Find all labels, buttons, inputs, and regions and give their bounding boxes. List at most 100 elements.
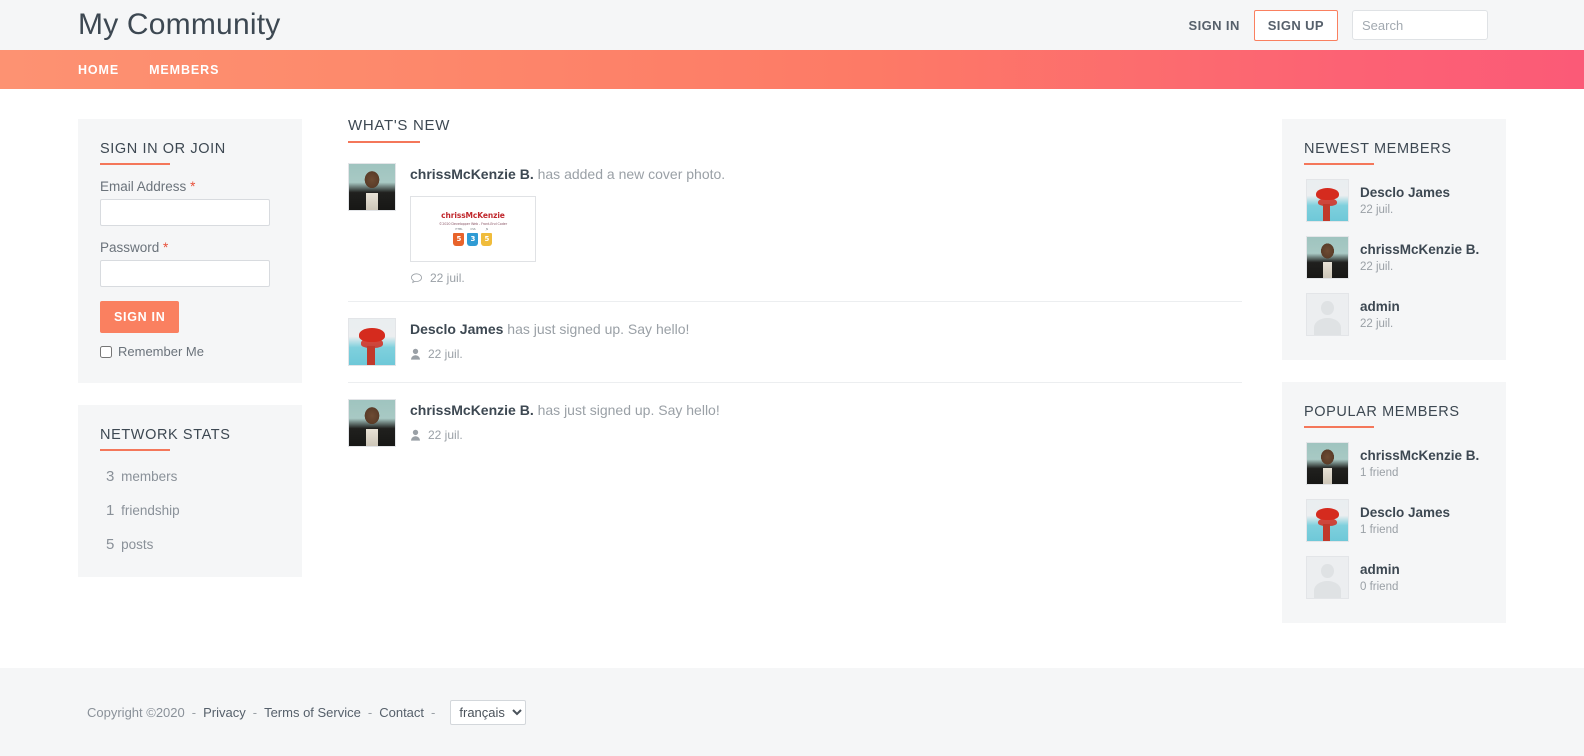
avatar[interactable] — [1306, 556, 1349, 599]
email-field[interactable] — [100, 199, 270, 226]
css3-badge: CSS 3 — [467, 228, 479, 246]
cover-photo-thumbnail[interactable]: chrissMcKenzie ©2020 Developper Web - Fr… — [410, 196, 536, 263]
email-label: Email Address * — [100, 179, 280, 194]
member-name-link[interactable]: Desclo James — [1360, 505, 1450, 522]
comment-icon[interactable] — [410, 272, 423, 285]
nav-item-home[interactable]: HOME — [78, 63, 119, 77]
remember-me-checkbox[interactable] — [100, 345, 112, 358]
list-item: admin 0 friend — [1304, 556, 1484, 599]
avatar[interactable] — [348, 399, 396, 448]
cover-photo-badges: HTML 5 CSS 3 JS 5 — [439, 229, 507, 246]
member-info: Desclo James 22 juil. — [1360, 185, 1450, 216]
cover-photo-subtitle: ©2020 Developper Web - Front-End Coder — [438, 221, 508, 226]
member-name-link[interactable]: admin — [1360, 562, 1400, 579]
avatar[interactable] — [348, 318, 396, 367]
stat-count-friendships: 1 — [106, 502, 115, 519]
network-stats-widget: NETWORK STATS 3 members 1 friendship 5 p… — [78, 405, 302, 577]
cover-photo-art: chrissMcKenzie ©2020 Developper Web - Fr… — [439, 212, 507, 246]
activity-body: chrissMcKenzie B. has just signed up. Sa… — [410, 399, 1242, 447]
email-label-text: Email Address — [100, 179, 187, 194]
activity-body: chrissMcKenzie B. has added a new cover … — [410, 163, 1242, 285]
list-item: Desclo James 1 friend — [1304, 499, 1484, 542]
password-field[interactable] — [100, 260, 270, 287]
avatar[interactable] — [1306, 293, 1349, 336]
site-header: My Community SIGN IN SIGN UP — [0, 0, 1584, 50]
activity-item: chrissMcKenzie B. has added a new cover … — [348, 163, 1242, 303]
remember-me-row: Remember Me — [100, 344, 280, 359]
login-widget: SIGN IN OR JOIN Email Address * Password… — [78, 119, 302, 383]
activity-feed: WHAT'S NEW chrissMcKenzie B. has added a… — [302, 89, 1282, 479]
copyright-text: Copyright ©2020 — [87, 704, 185, 720]
member-meta: 1 friend — [1360, 523, 1399, 536]
newest-members-title: NEWEST MEMBERS — [1304, 141, 1484, 165]
member-meta: 1 friend — [1360, 466, 1399, 479]
activity-action-text: has just signed up. Say hello! — [503, 321, 690, 338]
avatar[interactable] — [1306, 236, 1349, 279]
sign-in-link[interactable]: SIGN IN — [1189, 18, 1240, 33]
user-icon — [410, 348, 421, 360]
list-item: admin 22 juil. — [1304, 293, 1484, 336]
sign-up-button[interactable]: SIGN UP — [1253, 9, 1338, 41]
left-sidebar: SIGN IN OR JOIN Email Address * Password… — [78, 89, 302, 599]
main-navigation: HOME MEMBERS — [0, 50, 1584, 89]
activity-text: chrissMcKenzie B. has just signed up. Sa… — [410, 401, 1242, 419]
member-meta: 22 juil. — [1360, 203, 1394, 216]
language-select[interactable]: français English — [450, 699, 527, 725]
stat-count-members: 3 — [106, 468, 115, 485]
member-info: chrissMcKenzie B. 22 juil. — [1360, 242, 1479, 273]
avatar[interactable] — [1306, 499, 1349, 542]
activity-user-link[interactable]: Desclo James — [410, 321, 503, 337]
site-title: My Community — [78, 8, 281, 41]
css3-badge-caption: CSS — [470, 228, 476, 232]
password-required-marker: * — [163, 240, 169, 255]
member-name-link[interactable]: Desclo James — [1360, 185, 1450, 202]
member-meta: 0 friend — [1360, 580, 1399, 593]
activity-meta: 22 juil. — [410, 428, 1242, 442]
avatar[interactable] — [348, 163, 396, 211]
member-name-link[interactable]: admin — [1360, 299, 1400, 316]
user-icon — [410, 429, 421, 441]
member-name-link[interactable]: chrissMcKenzie B. — [1360, 242, 1479, 259]
avatar[interactable] — [1306, 442, 1349, 485]
activity-text: chrissMcKenzie B. has added a new cover … — [410, 165, 1242, 183]
member-meta: 22 juil. — [1360, 260, 1394, 273]
js-shield-icon: 5 — [481, 232, 493, 246]
password-label-text: Password — [100, 240, 160, 255]
popular-members-widget: POPULAR MEMBERS chrissMcKenzie B. 1 frie… — [1282, 382, 1506, 623]
email-required-marker: * — [190, 179, 196, 194]
footer-link-terms[interactable]: Terms of Service — [264, 705, 361, 720]
activity-action-text: has added a new cover photo. — [533, 166, 726, 182]
html5-badge-caption: HTML — [455, 228, 463, 232]
html5-badge: HTML 5 — [453, 228, 465, 246]
footer-link-privacy[interactable]: Privacy — [203, 705, 246, 720]
popular-members-title: POPULAR MEMBERS — [1304, 404, 1484, 428]
password-label: Password * — [100, 240, 280, 255]
network-stats-title: NETWORK STATS — [100, 427, 280, 451]
stat-count-posts: 5 — [106, 536, 115, 553]
stat-row-posts: 5 posts — [100, 536, 280, 553]
content-area: SIGN IN OR JOIN Email Address * Password… — [0, 89, 1584, 649]
sign-in-submit-button[interactable]: SIGN IN — [100, 301, 180, 333]
member-info: admin 0 friend — [1360, 562, 1400, 593]
activity-meta: 22 juil. — [410, 347, 1242, 361]
cover-photo-name: chrissMcKenzie — [441, 211, 505, 221]
nav-item-members[interactable]: MEMBERS — [149, 63, 219, 77]
feed-title: WHAT'S NEW — [348, 117, 1242, 143]
page-root: My Community SIGN IN SIGN UP HOME MEMBER… — [0, 0, 1584, 756]
footer-link-contact[interactable]: Contact — [379, 705, 424, 720]
activity-item: Desclo James has just signed up. Say hel… — [348, 318, 1242, 384]
newest-members-widget: NEWEST MEMBERS Desclo James 22 juil. chr… — [1282, 119, 1506, 360]
activity-user-link[interactable]: chrissMcKenzie B. — [410, 402, 534, 418]
member-info: chrissMcKenzie B. 1 friend — [1360, 448, 1479, 479]
activity-item: chrissMcKenzie B. has just signed up. Sa… — [348, 399, 1242, 463]
list-item: chrissMcKenzie B. 22 juil. — [1304, 236, 1484, 279]
activity-user-link[interactable]: chrissMcKenzie B. — [410, 166, 534, 182]
footer-separator: - — [191, 704, 197, 720]
list-item: Desclo James 22 juil. — [1304, 179, 1484, 222]
activity-date: 22 juil. — [428, 428, 463, 443]
avatar[interactable] — [1306, 179, 1349, 222]
activity-body: Desclo James has just signed up. Say hel… — [410, 318, 1242, 366]
search-input[interactable] — [1352, 10, 1488, 40]
member-name-link[interactable]: chrissMcKenzie B. — [1360, 448, 1479, 465]
js-badge: JS 5 — [481, 229, 493, 246]
